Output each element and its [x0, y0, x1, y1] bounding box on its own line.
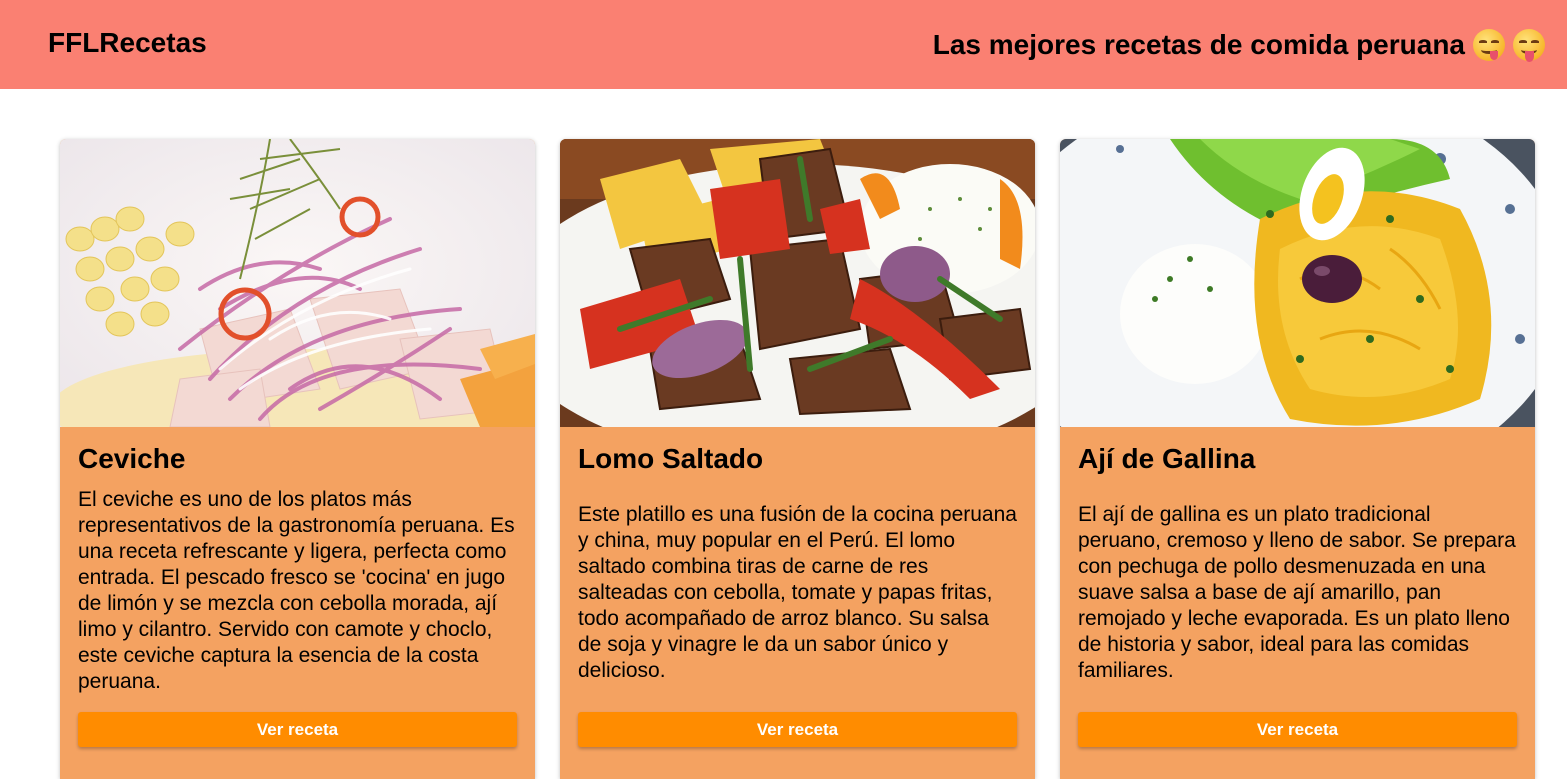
card-description: El ceviche es uno de los platos más repr… — [78, 487, 517, 698]
recipe-card-lomo-saltado: Lomo Saltado Este platillo es una fusión… — [560, 139, 1035, 779]
card-body: Ají de Gallina El ají de gallina es un p… — [1060, 427, 1535, 757]
card-body: Lomo Saltado Este platillo es una fusión… — [560, 427, 1035, 757]
recipe-card-aji-de-gallina: Ají de Gallina El ají de gallina es un p… — [1060, 139, 1535, 779]
header-tagline: Las mejores recetas de comida peruana — [932, 28, 1545, 62]
site-header: FFLRecetas Las mejores recetas de comida… — [0, 0, 1567, 89]
card-description-text: El ceviche es uno de los platos más repr… — [78, 488, 515, 693]
card-description-text: Este platillo es una fusión de la cocina… — [578, 502, 1017, 682]
card-description-text: El ají de gallina es un plato tradiciona… — [1078, 502, 1516, 682]
face-with-tongue-icon — [1513, 28, 1545, 62]
recipe-card-ceviche: Ceviche El ceviche es uno de los platos … — [60, 139, 535, 779]
card-title: Lomo Saltado — [578, 443, 764, 474]
lomo-saltado-photo — [560, 139, 1035, 427]
tagline-text: Las mejores recetas de comida peruana — [932, 28, 1465, 60]
brand-logo[interactable]: FFLRecetas — [48, 27, 207, 59]
ver-receta-button[interactable]: Ver receta — [78, 712, 517, 747]
ver-receta-button[interactable]: Ver receta — [1078, 712, 1517, 747]
card-description: El ají de gallina es un plato tradiciona… — [1078, 487, 1517, 698]
ver-receta-button[interactable]: Ver receta — [578, 712, 1017, 747]
face-savoring-food-icon — [1473, 28, 1505, 61]
card-title: Ají de Gallina — [1078, 443, 1256, 474]
card-title: Ceviche — [78, 443, 186, 474]
aji-de-gallina-photo — [1060, 139, 1535, 427]
card-description: Este platillo es una fusión de la cocina… — [578, 487, 1017, 698]
ceviche-photo — [60, 139, 535, 427]
card-body: Ceviche El ceviche es uno de los platos … — [60, 427, 535, 757]
recipe-cards: Ceviche El ceviche es uno de los platos … — [60, 139, 1535, 779]
